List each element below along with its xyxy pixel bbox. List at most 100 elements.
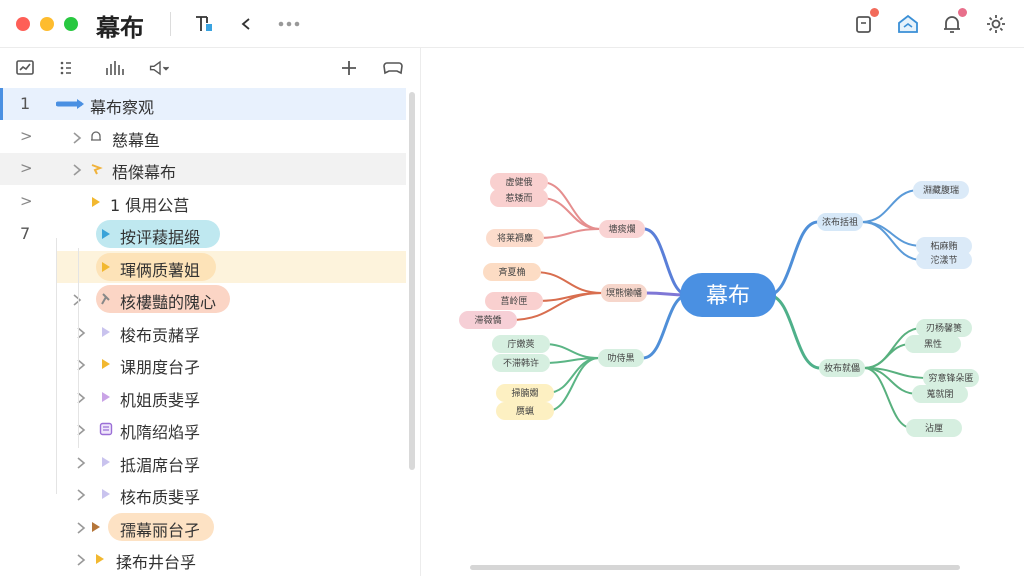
row-label: 课朋度台孑 (120, 358, 201, 377)
mindmap-connector (861, 189, 920, 223)
bars-icon[interactable] (103, 56, 127, 80)
gamepad-icon[interactable] (381, 56, 405, 80)
mindmap-node-label: 沾厘 (925, 422, 943, 434)
row-label: 核樓豔的隗心 (120, 293, 217, 312)
plus-icon[interactable] (337, 56, 361, 80)
row-label: 机隋绍焰孚 (120, 423, 201, 442)
row-label: 慈幕鱼 (112, 130, 161, 150)
outline-sidebar: 1 幕布察观 > 慈幕鱼 > 梧傑幕布 >1 俱用公莒 7 按评薐据缎 琿俩质薯姐 核樓豔的隗心 梭布… (0, 48, 421, 576)
mindmap-connector (767, 220, 819, 297)
mindmap-node-label: 塘痰爛 (608, 223, 635, 235)
mindmap-node-label: 不滞韩许 (503, 357, 539, 369)
tablet-icon[interactable] (850, 8, 879, 38)
mindmap-node-label: 穷意锋朵匿 (928, 372, 973, 384)
mindmap-node-label: 掃腩嫺 (511, 387, 538, 399)
mindmap-node-label: 塓熊懒幡 (606, 287, 642, 299)
outline-row[interactable]: 机隋绍焰孚 (0, 413, 406, 445)
mindmap-connector (767, 293, 821, 370)
row-number: > (20, 191, 33, 210)
bell-outline-icon (88, 129, 104, 145)
row-label: 梭布贡赭孚 (120, 325, 201, 345)
maximize-window-button[interactable] (64, 17, 78, 31)
triangle-icon (88, 194, 104, 210)
mindmap-connector (542, 343, 600, 359)
mindmap-node-label: 虚健俄 (505, 176, 532, 188)
megaphone-icon[interactable] (148, 56, 172, 80)
mindmap-connector (861, 221, 923, 261)
row-label: 孺幕丽台孑 (120, 520, 201, 540)
mindmap-connector (533, 271, 603, 294)
row-label: 抵湄席台孚 (120, 455, 201, 475)
row-label: 按评薐据缎 (120, 228, 201, 247)
outline-row[interactable]: 7 按评薐据缎 (0, 218, 406, 250)
expand-caret-icon[interactable] (72, 292, 82, 306)
close-window-button[interactable] (16, 17, 30, 31)
outline-row[interactable]: >1 俱用公莒 (0, 186, 406, 218)
title-bar: 幕布 (0, 0, 1024, 48)
mindmap-connector (540, 181, 601, 230)
expand-caret-icon[interactable] (76, 552, 86, 566)
expand-caret-icon[interactable] (72, 130, 82, 144)
outline-row[interactable]: 机姐质斐孚 (0, 381, 406, 413)
row-highlight (0, 153, 406, 185)
row-number: 7 (20, 224, 31, 243)
home-share-icon[interactable] (894, 10, 922, 38)
row-label: 核布质斐孚 (120, 488, 201, 507)
outline-scrollbar[interactable] (409, 92, 415, 470)
triangle-icon (92, 551, 108, 567)
bell-icon[interactable] (938, 8, 967, 38)
outline-row[interactable]: 梭布贡赭孚 (0, 316, 406, 348)
triangle-icon (88, 519, 104, 535)
triangle-icon (98, 259, 114, 275)
expand-caret-icon[interactable] (76, 455, 86, 469)
list-icon[interactable] (55, 56, 79, 80)
document-link-icon[interactable] (190, 10, 218, 38)
outline-row[interactable]: 1 幕布察观 (0, 88, 406, 120)
mindmap-node-label: 淵藏腹瑞 (923, 184, 959, 196)
outline-row[interactable]: 揉布井台孚 (0, 543, 406, 575)
mindmap-canvas: 虚健俄 惹矮而 将莱褥麋 塘痰爛 斉夏桷 莒岭匣 滞薇僑 塓熊懒幡 庁嫩莢 不滞韩许 掃腩嫺 赝蝋 叻侍… (422, 48, 1024, 576)
mindmap-node-label: 幕布 (706, 284, 750, 309)
outline-list: 1 幕布察观 > 慈幕鱼 > 梧傑幕布 >1 俱用公莒 7 按评薐据缎 琿俩质薯姐 核樓豔的隗心 梭布… (0, 88, 406, 576)
gear-icon[interactable] (982, 10, 1010, 38)
triangle-icon (98, 356, 114, 372)
mindmap-node-label: 柘麻贿 (930, 240, 957, 252)
row-label: 梧傑幕布 (112, 163, 177, 182)
row-number: 1 (20, 94, 31, 113)
outline-row[interactable]: > 慈幕鱼 (0, 121, 406, 153)
outline-row[interactable]: 核樓豔的隗心 (0, 283, 406, 315)
canvas-horizontal-scrollbar[interactable] (470, 565, 960, 570)
arrow-icon (56, 96, 86, 112)
triangle-icon (98, 486, 114, 502)
mindmap-node-label: 斉夏桷 (498, 266, 525, 278)
outline-row[interactable]: 课朋度台孑 (0, 348, 406, 380)
chart-icon[interactable] (13, 56, 37, 80)
collapse-arrows-icon[interactable] (232, 10, 260, 38)
expand-caret-icon[interactable] (76, 487, 86, 501)
mindmap-node-label: 滞薇僑 (474, 314, 501, 326)
expand-caret-icon[interactable] (72, 162, 82, 176)
title-divider (170, 12, 171, 36)
mindmap-connector (546, 357, 600, 412)
mindmap-connector (863, 343, 912, 369)
mindmap-node-label: 赝蝋 (516, 405, 534, 417)
outline-row[interactable]: 核布质斐孚 (0, 478, 406, 510)
outline-toolbar (0, 48, 421, 88)
minimize-window-button[interactable] (40, 17, 54, 31)
mindmap-connector (643, 227, 689, 297)
mindmap-node-label: 沱漾节 (930, 254, 957, 266)
row-number: > (20, 126, 33, 145)
more-dots-icon[interactable] (275, 10, 303, 38)
triangle-icon (98, 454, 114, 470)
mindmap-connector (642, 293, 689, 360)
expand-caret-icon[interactable] (76, 520, 86, 534)
app-window: 幕布 1 幕布察观 > 慈幕鱼 > 梧傑幕布 > 1 俱用公莒 7 按评薐据缎 … (0, 0, 1024, 576)
outline-row[interactable]: > 梧傑幕布 (0, 153, 406, 185)
outline-row[interactable]: 抵湄席台孚 (0, 446, 406, 478)
outline-row[interactable]: 琿俩质薯姐 (0, 250, 406, 283)
indent-guide (56, 238, 57, 494)
mindmap-connector (536, 228, 601, 239)
triangle-icon (98, 324, 114, 340)
row-label: 揉布井台孚 (116, 553, 197, 572)
outline-row[interactable]: 孺幕丽台孑 (0, 511, 406, 543)
